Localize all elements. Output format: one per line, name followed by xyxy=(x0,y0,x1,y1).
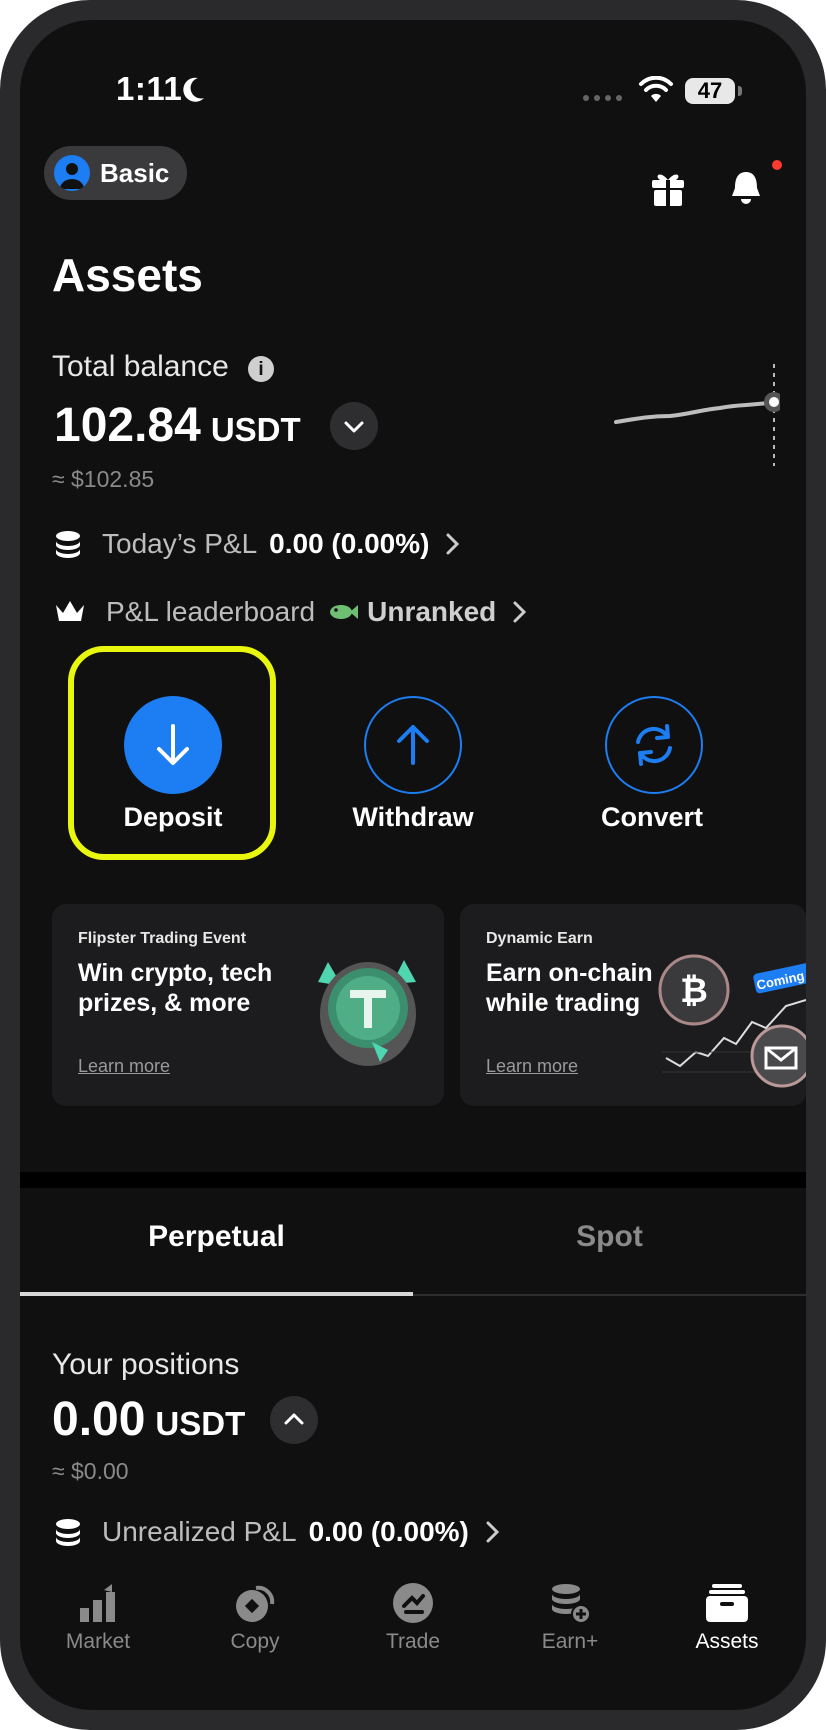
balance-number: 102.84 xyxy=(54,399,201,452)
tier-label: Basic xyxy=(100,157,170,188)
unrealized-pnl-row[interactable]: Unrealized P&L 0.00 (0.00%) xyxy=(54,1516,501,1548)
gift-icon[interactable] xyxy=(648,168,688,208)
nav-label: Trade xyxy=(385,1630,441,1653)
coins-stack-icon xyxy=(56,1519,80,1546)
tab-perpetual[interactable]: Perpetual xyxy=(20,1220,413,1254)
leaderboard-value: Unranked xyxy=(367,596,497,627)
total-balance-label: Total balance xyxy=(52,350,229,383)
tether-coin-icon xyxy=(318,960,416,1066)
learn-more-link[interactable]: Learn more xyxy=(78,1056,170,1077)
phone-frame: 1:11 47 Basic Assets Total balance i 102… xyxy=(0,0,826,1730)
positions-collapse-button[interactable] xyxy=(270,1396,318,1444)
leaderboard-row[interactable]: P&L leaderboard Unranked xyxy=(54,596,528,628)
withdraw-button[interactable] xyxy=(364,696,462,794)
arrow-up-icon xyxy=(397,725,429,765)
deposit-button[interactable] xyxy=(124,696,222,794)
promo-card-trading-event[interactable]: Flipster Trading Event Win crypto, tech … xyxy=(52,904,444,1106)
nav-label: Market xyxy=(65,1630,131,1653)
chevron-right-icon xyxy=(513,601,527,623)
nav-earn[interactable]: Earn+ xyxy=(500,1580,640,1654)
deposit-label: Deposit xyxy=(123,802,223,832)
arrow-down-icon xyxy=(157,724,189,765)
signal-icon xyxy=(583,95,622,101)
coins-stack-icon xyxy=(56,531,80,558)
info-icon[interactable]: i xyxy=(248,356,274,382)
wifi-icon xyxy=(639,76,673,102)
leaderboard-label: P&L leaderboard xyxy=(106,596,316,627)
battery-tip xyxy=(738,86,742,96)
unrealized-pnl-label: Unrealized P&L xyxy=(102,1516,297,1547)
chevron-up-icon xyxy=(284,1413,304,1425)
todays-pnl-row[interactable]: Today’s P&L 0.00 (0.00%) xyxy=(54,528,461,560)
screen: 1:11 47 Basic Assets Total balance i 102… xyxy=(20,20,806,1710)
trade-icon xyxy=(393,1583,433,1623)
promo-headline: Win crypto, tech prizes, & more xyxy=(78,959,273,1017)
withdraw-label: Withdraw xyxy=(352,802,474,832)
tier-badge-button[interactable]: Basic xyxy=(44,146,188,200)
tab-spot[interactable]: Spot xyxy=(413,1220,806,1254)
balance-sparkline xyxy=(614,364,780,466)
nav-label: Assets xyxy=(695,1630,759,1653)
currency-toggle-button[interactable] xyxy=(330,402,378,450)
nav-market[interactable]: Market xyxy=(28,1580,168,1654)
learn-more-link[interactable]: Learn more xyxy=(486,1056,578,1077)
assets-icon xyxy=(706,1584,748,1622)
earn-icon xyxy=(552,1584,591,1624)
positions-usd-approx: ≈ $0.00 xyxy=(52,1458,129,1484)
balance-currency: USDT xyxy=(210,411,301,448)
nav-trade[interactable]: Trade xyxy=(343,1580,483,1654)
balance-usd-approx: ≈ $102.85 xyxy=(52,466,155,492)
todays-pnl-label: Today’s P&L xyxy=(102,528,258,559)
status-time: 1:11 xyxy=(116,70,183,107)
bell-icon[interactable] xyxy=(728,168,764,208)
section-divider xyxy=(20,1172,806,1188)
moon-icon xyxy=(183,77,204,102)
promo-tag: Dynamic Earn xyxy=(486,930,593,947)
chevron-right-icon xyxy=(446,533,460,555)
crown-icon xyxy=(56,601,84,621)
nav-label: Earn+ xyxy=(541,1630,599,1653)
positions-currency: USDT xyxy=(155,1405,246,1442)
unrealized-pnl-value: 0.00 (0.00%) xyxy=(308,1516,469,1547)
balance-amount: 102.84 USDT xyxy=(54,398,301,453)
positions-amount: 0.00 USDT xyxy=(52,1392,245,1447)
nav-label: Copy xyxy=(230,1630,280,1653)
nav-assets[interactable]: Assets xyxy=(657,1580,797,1654)
fish-icon xyxy=(330,605,359,619)
nav-copy[interactable]: Copy xyxy=(185,1580,325,1654)
chevron-down-icon xyxy=(344,421,364,433)
crypto-chart-icon: ₿ Coming xyxy=(658,954,806,1088)
svg-text:₿: ₿ xyxy=(680,972,708,1010)
chevron-right-icon xyxy=(486,1521,500,1543)
positions-label: Your positions xyxy=(52,1348,240,1381)
refresh-icon xyxy=(636,724,672,766)
promo-tag: Flipster Trading Event xyxy=(78,930,247,947)
copy-icon xyxy=(236,1585,275,1622)
page-title: Assets xyxy=(52,249,203,301)
positions-number: 0.00 xyxy=(52,1393,146,1446)
market-icon xyxy=(80,1584,115,1622)
avatar-icon xyxy=(54,155,90,191)
tab-underline xyxy=(413,1294,806,1296)
battery-indicator: 47 xyxy=(685,78,735,104)
todays-pnl-value: 0.00 (0.00%) xyxy=(269,528,430,559)
active-tab-indicator xyxy=(20,1292,413,1296)
convert-label: Convert xyxy=(600,802,703,832)
promo-card-dynamic-earn[interactable]: Dynamic Earn Earn on-chain while trading… xyxy=(460,904,806,1106)
convert-button[interactable] xyxy=(605,696,703,794)
notification-dot xyxy=(772,160,782,170)
